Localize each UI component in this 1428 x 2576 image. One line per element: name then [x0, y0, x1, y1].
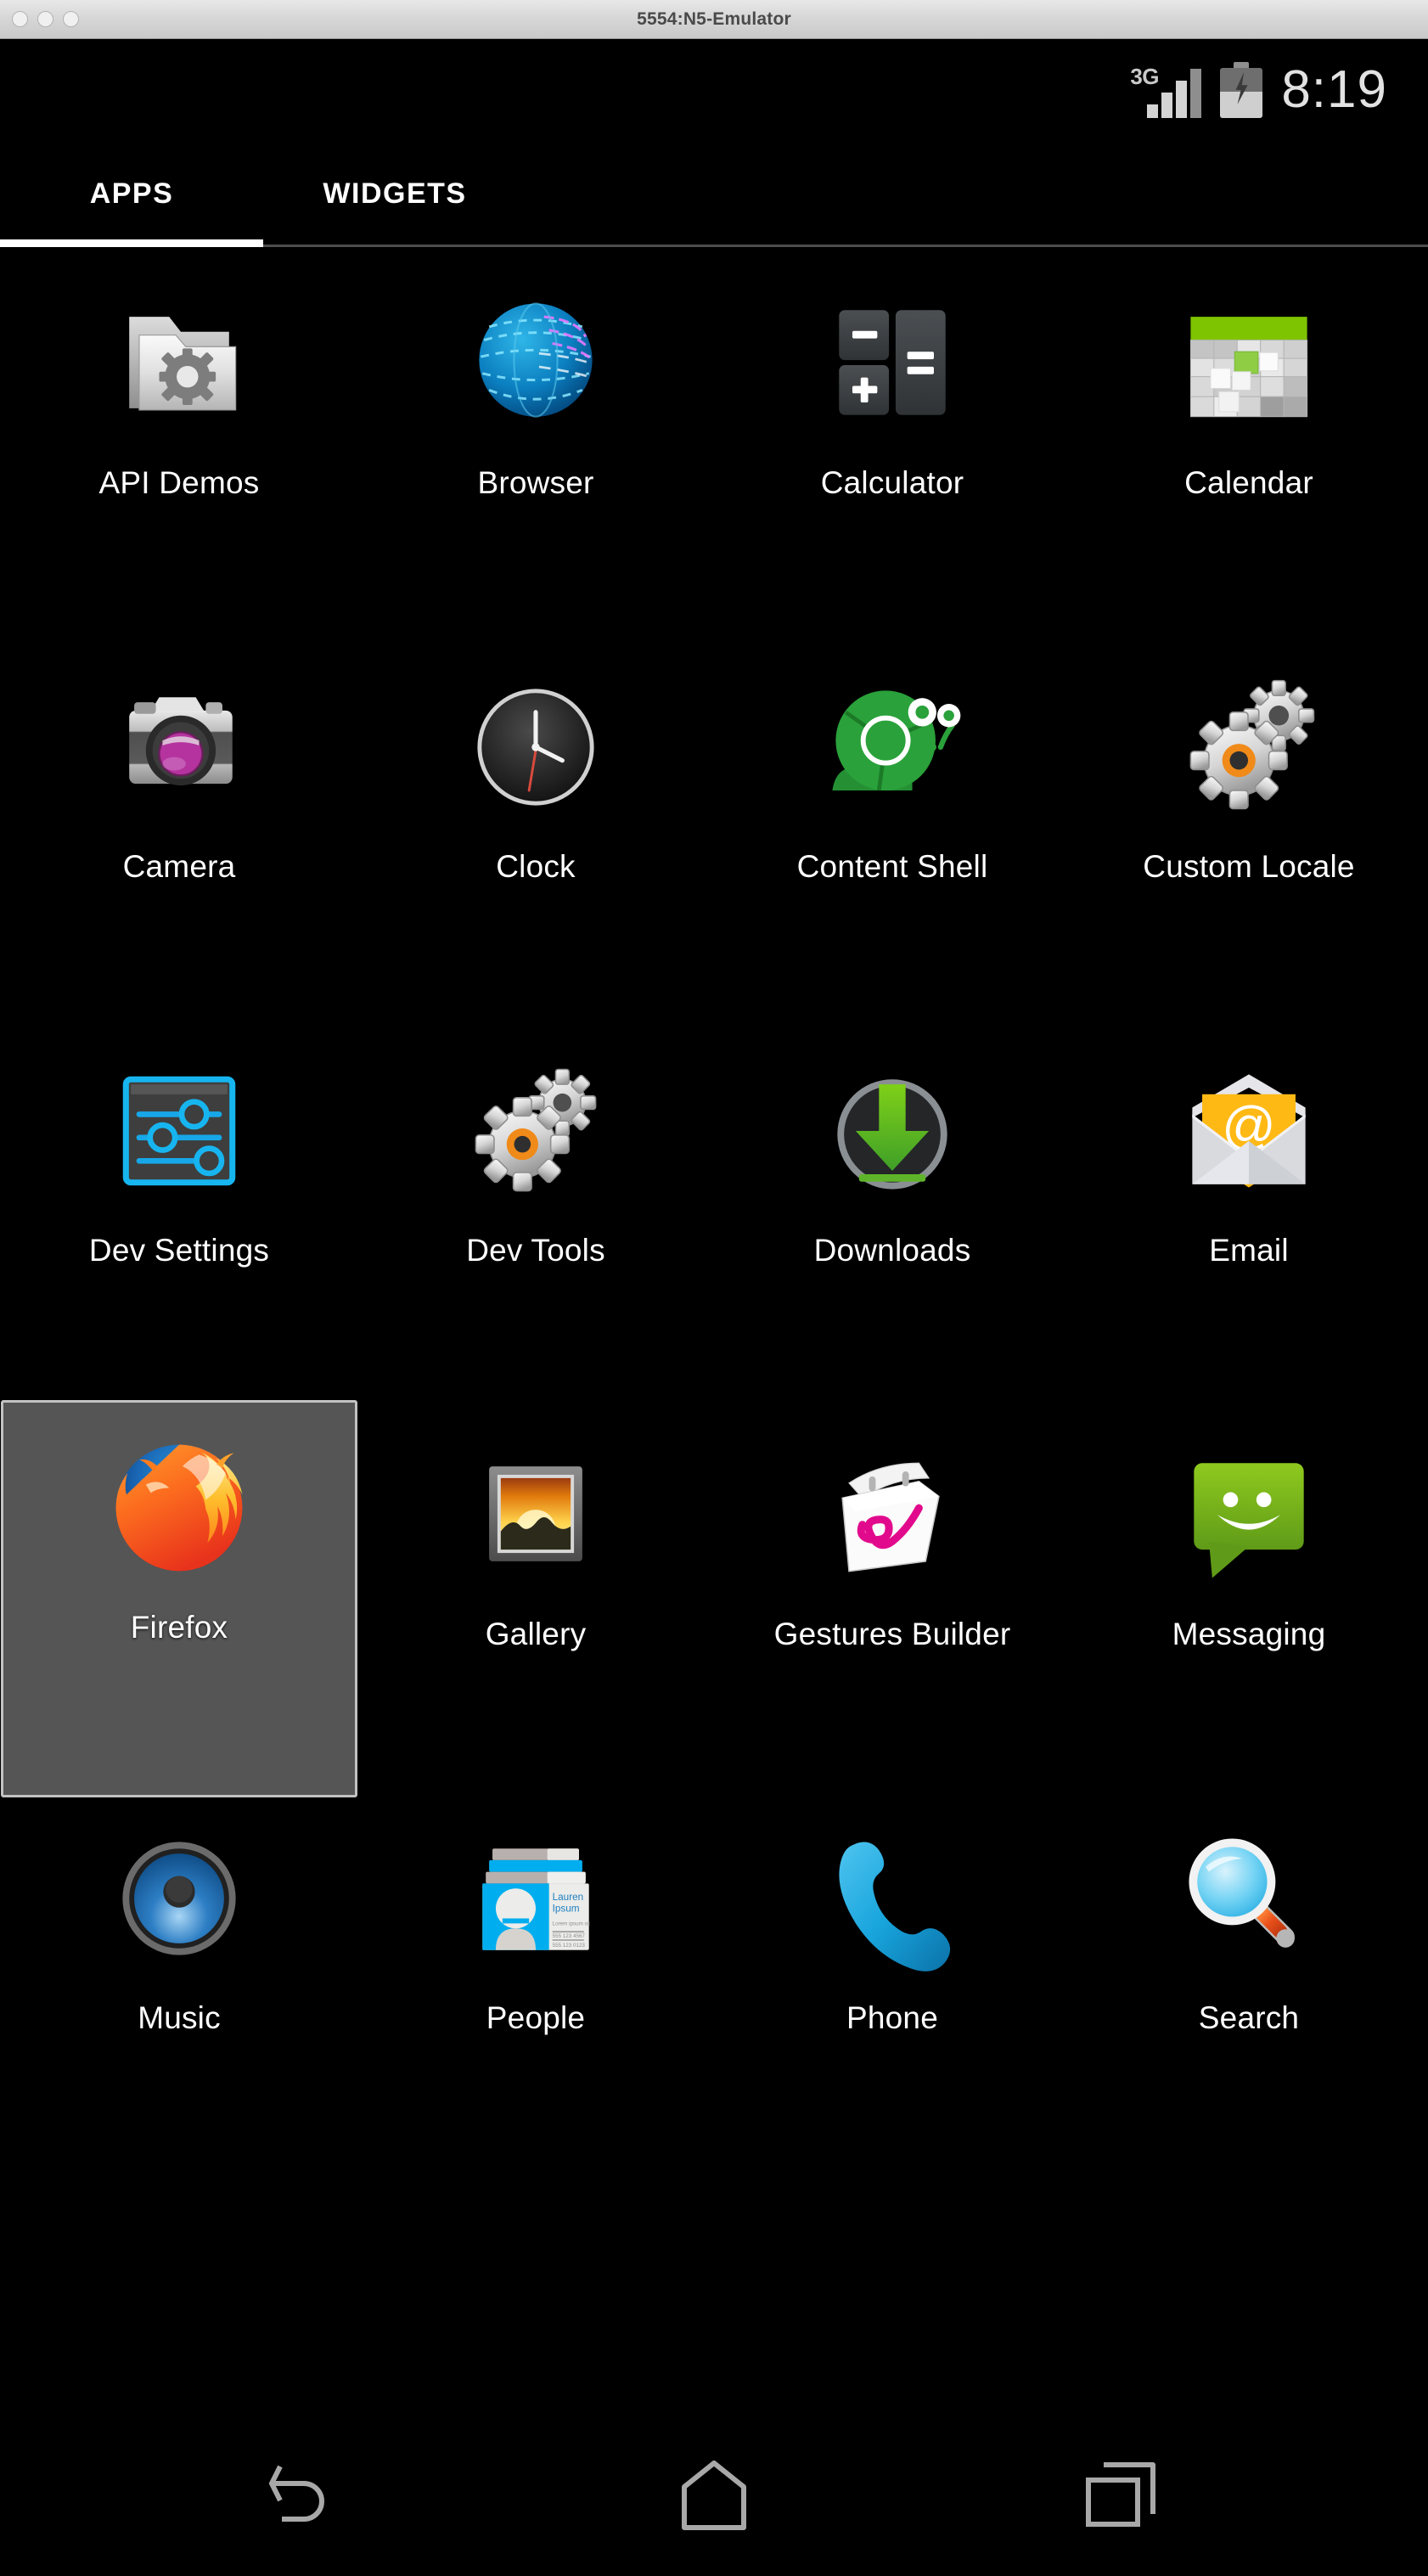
slr-camera-icon	[96, 664, 262, 830]
window-title: 5554:N5-Emulator	[637, 8, 791, 29]
download-arrow-icon	[809, 1048, 975, 1214]
app-label: Music	[138, 2000, 221, 2035]
app-drawer-tabs: APPS WIDGETS	[0, 141, 1428, 247]
app-item-downloads[interactable]: Downloads	[714, 1023, 1071, 1407]
app-item-music[interactable]: Music	[1, 1791, 357, 2174]
back-arrow-icon	[260, 2455, 353, 2536]
back-button[interactable]	[243, 2449, 370, 2542]
tab-apps-label: APPS	[89, 177, 174, 210]
app-label: Camera	[122, 849, 236, 884]
app-item-calculator[interactable]: Calculator	[714, 256, 1071, 639]
emulator-window: 5554:N5-Emulator 3G 8:19 APPS WIDGETS AP…	[0, 0, 1428, 2576]
app-item-calendar[interactable]: Calendar	[1071, 256, 1427, 639]
app-label: Calendar	[1184, 465, 1313, 500]
app-item-custom-locale[interactable]: Custom Locale	[1071, 639, 1427, 1023]
svg-text:555 123 4567: 555 123 4567	[553, 1933, 586, 1939]
home-button[interactable]	[650, 2449, 778, 2542]
blue-globe-icon	[453, 280, 619, 447]
app-label: Phone	[846, 2000, 938, 2035]
svg-text:555 123 0123: 555 123 0123	[553, 1943, 586, 1949]
app-label: Downloads	[813, 1233, 971, 1268]
app-item-gestures-builder[interactable]: Gestures Builder	[714, 1407, 1071, 1791]
app-label: Gallery	[485, 1617, 587, 1651]
android-screen: 3G 8:19 APPS WIDGETS API Demos Browser C…	[0, 39, 1428, 2576]
recents-button[interactable]	[1058, 2449, 1185, 2542]
app-item-search[interactable]: Search	[1071, 1791, 1427, 2174]
battery-charging-icon	[1220, 62, 1263, 118]
app-item-camera[interactable]: Camera	[1, 639, 357, 1023]
tab-apps[interactable]: APPS	[0, 141, 263, 247]
gears-orange-icon	[1166, 664, 1332, 830]
green-speech-bubble-icon	[1166, 1431, 1332, 1598]
contact-name-line2: Ipsum	[553, 1904, 580, 1915]
calculator-keys-icon	[809, 280, 975, 447]
recents-squares-icon	[1075, 2455, 1168, 2536]
envelope-at-icon: @	[1166, 1048, 1332, 1214]
firefox-icon	[96, 1425, 262, 1591]
app-label: Search	[1198, 2000, 1300, 2035]
blue-speaker-icon	[96, 1815, 262, 1982]
magnifier-icon	[1166, 1815, 1332, 1982]
app-label: Firefox	[130, 1610, 228, 1645]
app-item-messaging[interactable]: Messaging	[1071, 1407, 1427, 1791]
app-label: Messaging	[1172, 1617, 1326, 1651]
app-label: API Demos	[98, 465, 260, 500]
gears-orange-icon	[453, 1048, 619, 1214]
analog-clock-icon	[453, 664, 619, 830]
app-label: Dev Tools	[466, 1233, 605, 1268]
app-label: Custom Locale	[1143, 849, 1355, 884]
contact-name-line1: Lauren	[553, 1892, 584, 1903]
android-navigation-bar	[0, 2415, 1428, 2576]
status-bar-clock: 8:19	[1281, 60, 1387, 119]
app-item-content-shell[interactable]: Content Shell	[714, 639, 1071, 1023]
app-item-firefox[interactable]: Firefox	[1, 1400, 357, 1797]
app-item-dev-settings[interactable]: Dev Settings	[1, 1023, 357, 1407]
app-label: Calculator	[820, 465, 964, 500]
app-label: Dev Settings	[88, 1233, 270, 1268]
window-titlebar: 5554:N5-Emulator	[0, 0, 1428, 39]
app-item-gallery[interactable]: Gallery	[357, 1407, 714, 1791]
app-item-email[interactable]: @ Email	[1071, 1023, 1427, 1407]
app-label: Content Shell	[796, 849, 988, 884]
apps-grid: API Demos Browser Calculator Calendar Ca…	[0, 256, 1428, 2174]
app-item-dev-tools[interactable]: Dev Tools	[357, 1023, 714, 1407]
app-label: Email	[1209, 1233, 1289, 1268]
app-item-browser[interactable]: Browser	[357, 256, 714, 639]
gesture-notepad-icon	[809, 1431, 975, 1598]
app-item-people[interactable]: Lauren Ipsum Lorem ipsum sit 555 123 456…	[357, 1791, 714, 2174]
status-bar: 3G 8:19	[0, 39, 1428, 141]
folder-gear-icon	[96, 280, 262, 447]
blue-sliders-icon	[96, 1048, 262, 1214]
home-pentagon-icon	[667, 2455, 761, 2536]
app-item-api-demos[interactable]: API Demos	[1, 256, 357, 639]
calendar-grid-icon	[1166, 280, 1332, 447]
blue-handset-icon	[809, 1815, 975, 1982]
app-label: Gestures Builder	[773, 1617, 1011, 1651]
signal-strength-icon: 3G	[1130, 62, 1202, 118]
network-type-label: 3G	[1130, 64, 1160, 89]
app-label: Browser	[477, 465, 594, 500]
tab-widgets[interactable]: WIDGETS	[263, 141, 526, 247]
picture-frame-icon	[453, 1431, 619, 1598]
app-label: People	[486, 2000, 586, 2035]
svg-text:Lorem ipsum sit: Lorem ipsum sit	[553, 1921, 590, 1926]
app-label: Clock	[496, 849, 576, 884]
tab-widgets-label: WIDGETS	[323, 177, 467, 210]
green-snail-icon	[809, 664, 975, 830]
tab-active-underline	[0, 239, 263, 247]
app-item-clock[interactable]: Clock	[357, 639, 714, 1023]
contact-card-icon: Lauren Ipsum Lorem ipsum sit 555 123 456…	[453, 1815, 619, 1982]
app-item-phone[interactable]: Phone	[714, 1791, 1071, 2174]
